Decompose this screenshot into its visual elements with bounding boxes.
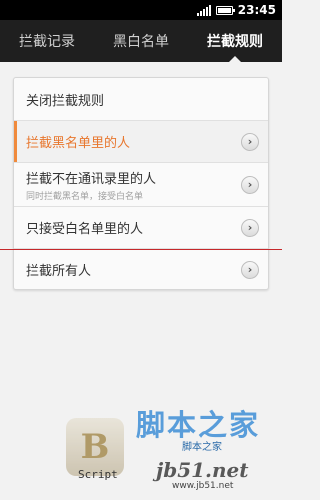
rule-item-label: 只接受白名单里的人 bbox=[26, 222, 144, 237]
chevron-right-icon[interactable]: › bbox=[241, 175, 259, 194]
rule-item-label: 拦截所有人 bbox=[26, 264, 92, 279]
rule-item-label: 拦截黑名单里的人 bbox=[26, 136, 131, 151]
chevron-right-icon[interactable]: › bbox=[241, 260, 259, 279]
watermark-logo-text: Script bbox=[78, 468, 118, 481]
status-time: 23:45 bbox=[237, 3, 276, 17]
tab-bar: 拦截记录 黑白名单 拦截规则 bbox=[0, 20, 282, 62]
battery-icon bbox=[215, 5, 235, 15]
status-bar: 23:45 bbox=[0, 0, 282, 20]
rule-item-whitelist-only[interactable]: 只接受白名单里的人 › bbox=[14, 206, 268, 248]
tab-block-rules[interactable]: 拦截规则 bbox=[188, 20, 282, 62]
rules-list: 关闭拦截规则 拦截黑名单里的人 › 拦截不在通讯录里的人 同时拦截黑名单，接受白… bbox=[13, 77, 269, 290]
rule-item-block-all[interactable]: 拦截所有人 › bbox=[14, 248, 268, 290]
tab-label: 黑白名单 bbox=[113, 34, 169, 50]
chevron-right-icon[interactable]: › bbox=[241, 218, 259, 237]
watermark-domain: jb51.net bbox=[156, 458, 249, 482]
rule-item-label: 关闭拦截规则 bbox=[26, 93, 105, 109]
signal-icon bbox=[196, 4, 211, 16]
rule-item-disable[interactable]: 关闭拦截规则 bbox=[14, 78, 268, 120]
watermark: B Script 脚本之家 脚本之家 jb51.net www.jb51.net bbox=[60, 400, 282, 500]
rule-item-label: 拦截不在通讯录里的人 bbox=[26, 171, 157, 187]
divider-line bbox=[0, 249, 282, 250]
tab-block-log[interactable]: 拦截记录 bbox=[0, 20, 94, 62]
tab-black-white-list[interactable]: 黑白名单 bbox=[94, 20, 188, 62]
rule-item-block-non-contacts[interactable]: 拦截不在通讯录里的人 同时拦截黑名单，接受白名单 › bbox=[14, 162, 268, 206]
rule-item-block-blacklist[interactable]: 拦截黑名单里的人 › bbox=[14, 120, 268, 162]
rule-item-subtitle: 同时拦截黑名单，接受白名单 bbox=[26, 191, 144, 202]
chevron-right-icon[interactable]: › bbox=[241, 132, 259, 151]
tab-label: 拦截规则 bbox=[207, 34, 263, 50]
tab-label: 拦截记录 bbox=[19, 34, 75, 50]
watermark-subtitle: 脚本之家 bbox=[182, 442, 222, 453]
watermark-url: www.jb51.net bbox=[172, 481, 234, 491]
